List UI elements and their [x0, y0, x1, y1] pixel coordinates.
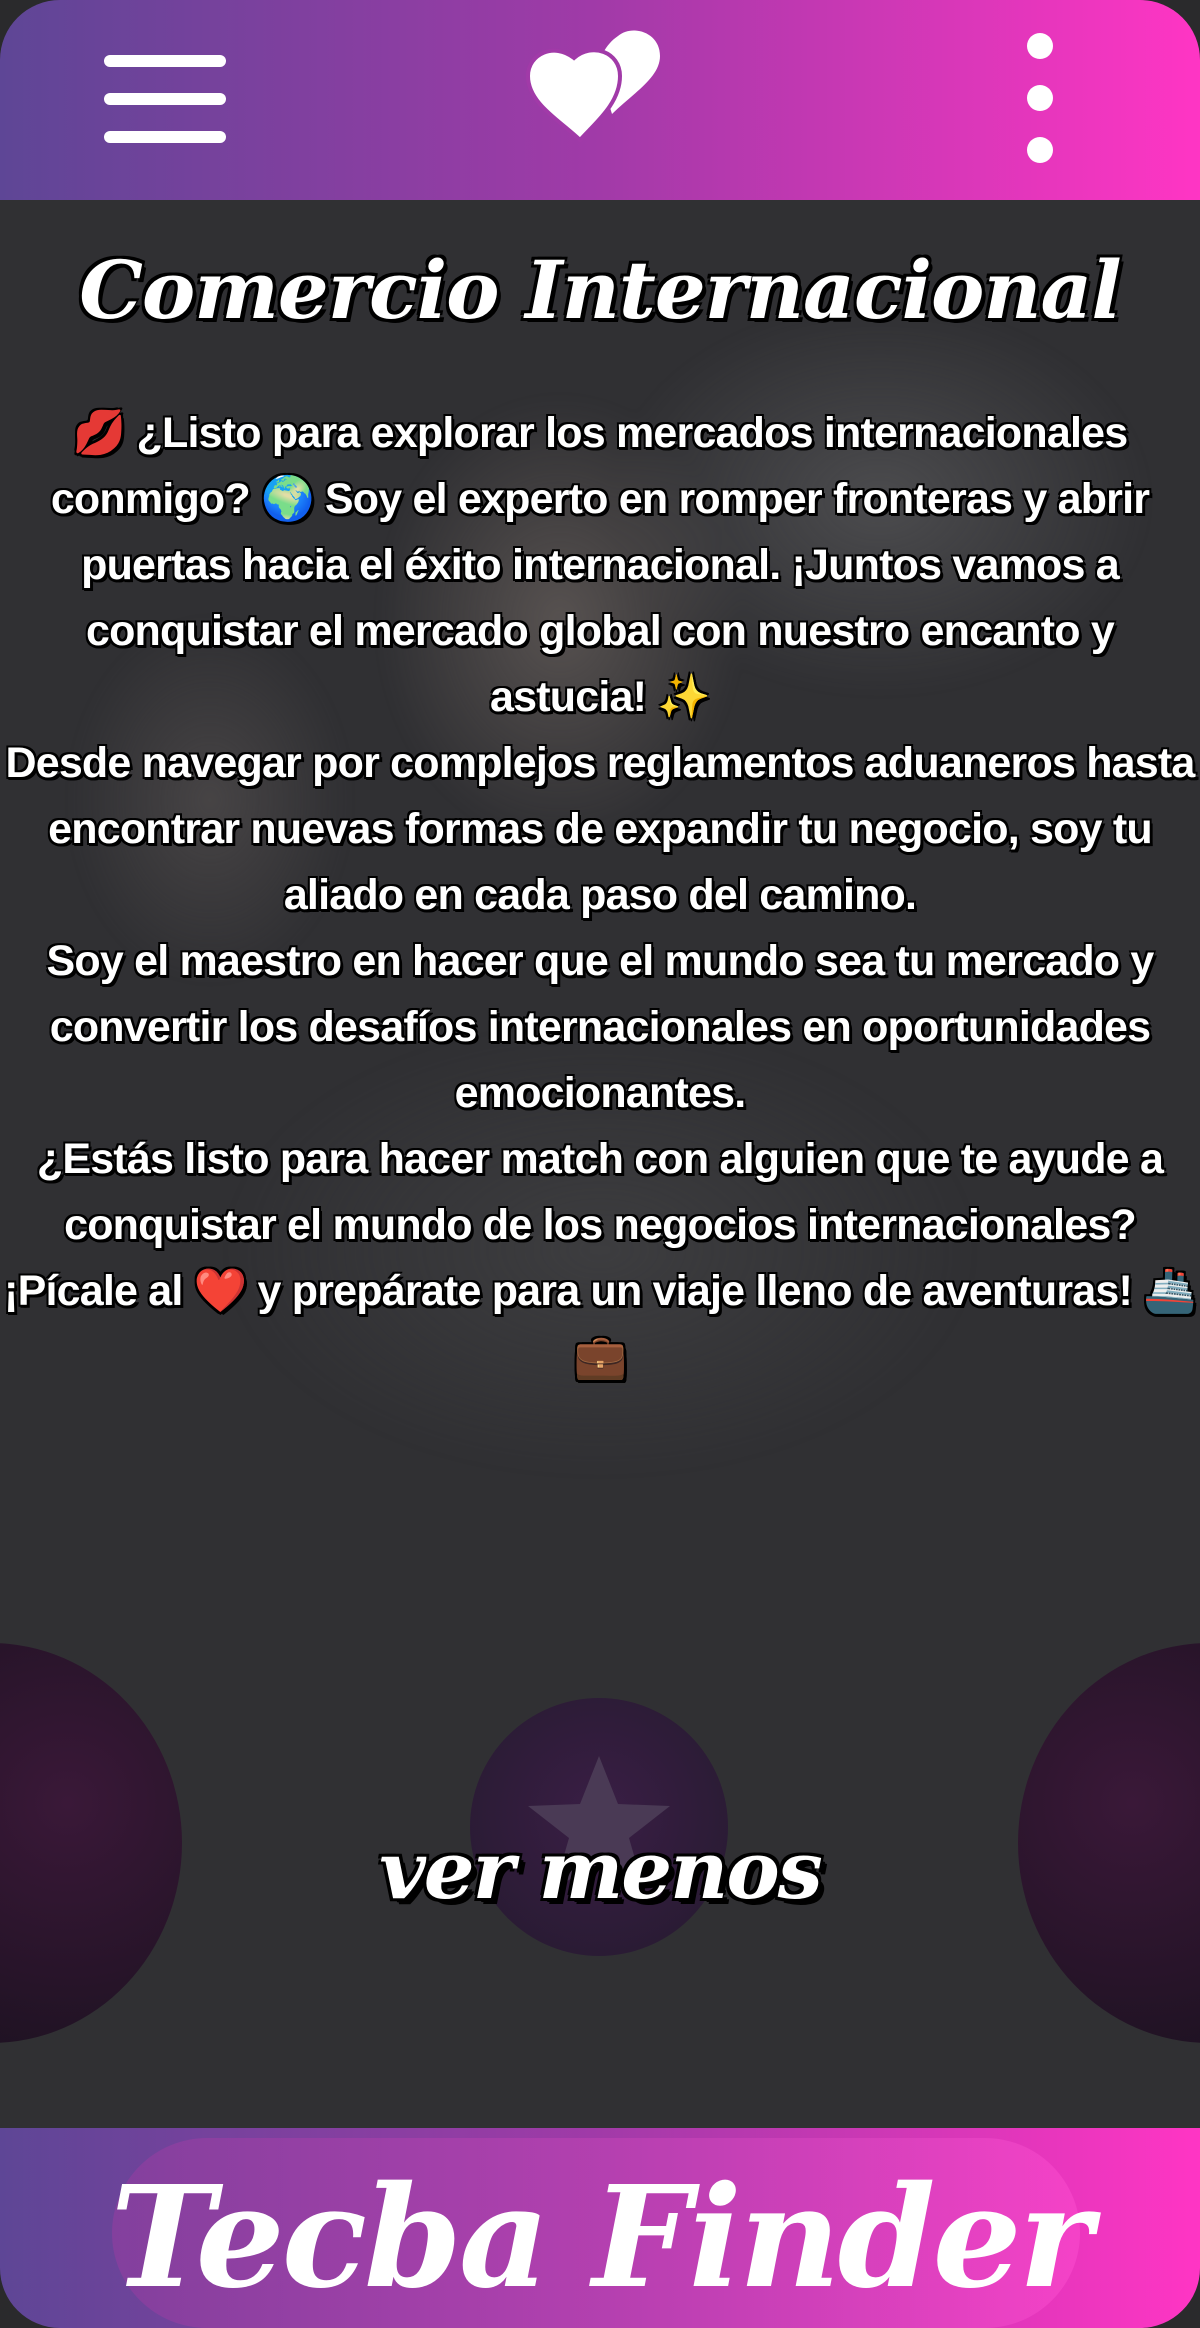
bio-paragraph: 💋 ¿Listo para explorar los mercados inte… — [50, 409, 1150, 721]
profile-bio: 💋 ¿Listo para explorar los mercados inte… — [0, 400, 1200, 1390]
ver-menos-button[interactable]: ver menos — [0, 1820, 1200, 1920]
bio-paragraph: ¿Estás listo para hacer match con alguie… — [4, 1135, 1197, 1381]
app-screen: Comercio Internacional 💋 ¿Listo para exp… — [0, 0, 1200, 2328]
bottom-bar: Tecba Finder — [0, 2128, 1200, 2328]
bio-paragraph: Soy el maestro en hacer que el mundo sea… — [46, 937, 1154, 1117]
brand-name: Tecba Finder — [110, 2156, 1093, 2320]
bio-paragraph: Desde navegar por complejos reglamentos … — [5, 739, 1195, 919]
profile-title: Comercio Internacional — [79, 243, 1121, 337]
vertical-dots-icon[interactable] — [1020, 30, 1060, 170]
top-bar — [0, 0, 1200, 200]
two-hearts-logo-icon — [525, 30, 660, 143]
hamburger-menu-icon[interactable] — [104, 52, 226, 146]
